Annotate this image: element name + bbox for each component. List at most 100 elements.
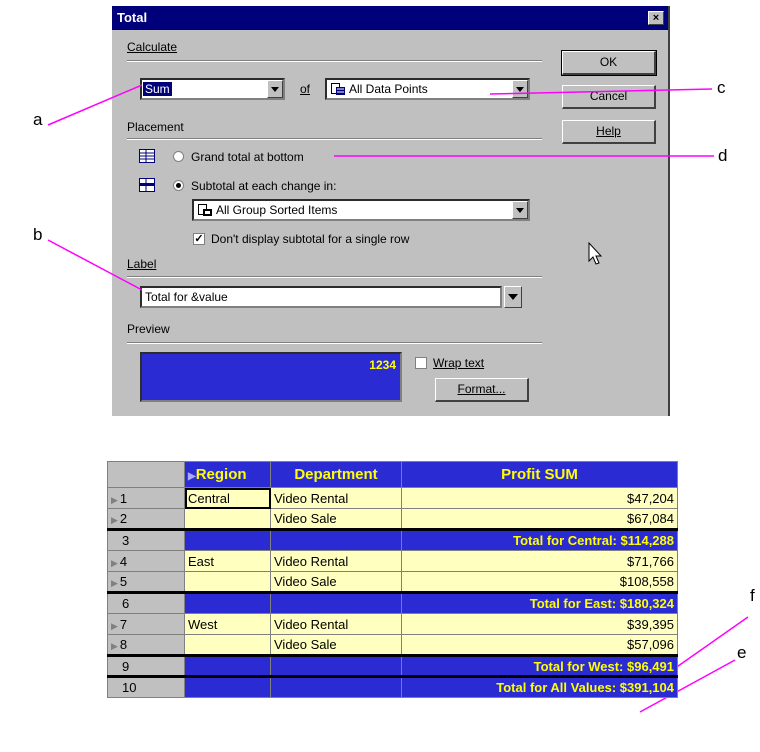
department-cell[interactable]: [270, 675, 402, 698]
region-cell[interactable]: [184, 591, 271, 614]
profit-cell[interactable]: $39,395: [401, 613, 678, 635]
profit-cell[interactable]: $108,558: [401, 571, 678, 593]
header-department[interactable]: Department: [270, 461, 402, 488]
profit-cell[interactable]: $47,204: [401, 487, 678, 509]
subtotal-select-value: All Group Sorted Items: [216, 203, 338, 217]
row-number[interactable]: 3: [107, 528, 185, 551]
chevron-down-icon[interactable]: [267, 80, 283, 98]
wrap-text-checkbox[interactable]: [415, 357, 427, 369]
department-cell[interactable]: Video Rental: [270, 487, 402, 509]
profit-cell[interactable]: Total for West: $96,491: [401, 654, 678, 677]
placement-group-label: Placement: [127, 120, 184, 134]
grand-total-radio[interactable]: [173, 151, 184, 162]
region-cell[interactable]: Central: [184, 487, 271, 509]
department-cell[interactable]: [270, 528, 402, 551]
region-cell[interactable]: [184, 654, 271, 677]
cursor-icon: [588, 242, 603, 265]
profit-cell[interactable]: Total for East: $180,324: [401, 591, 678, 614]
region-cell-text: West: [188, 616, 218, 632]
profit-cell[interactable]: Total for Central: $114,288: [401, 528, 678, 551]
department-cell[interactable]: Video Sale: [270, 508, 402, 530]
header-region[interactable]: ▶Region: [184, 461, 271, 488]
chevron-down-icon[interactable]: [512, 201, 528, 219]
format-button-label: Format...: [457, 382, 506, 396]
department-cell[interactable]: Video Rental: [270, 550, 402, 572]
table-row[interactable]: ▶ 8 Video Sale $57,096: [107, 634, 678, 656]
row-number[interactable]: 6: [107, 591, 185, 614]
row-arrow-icon: ▶: [111, 515, 118, 525]
subtotal-radio[interactable]: [173, 180, 184, 191]
profit-cell[interactable]: $57,096: [401, 634, 678, 656]
ok-button[interactable]: OK: [561, 50, 657, 76]
header-marker-icon: ▶: [188, 471, 196, 482]
row-number[interactable]: ▶ 7: [107, 613, 185, 635]
results-table: ▶Region Department Profit SUM ▶ 1 Central V…: [107, 461, 678, 698]
dont-display-checkbox[interactable]: ✓: [193, 233, 205, 245]
table-row[interactable]: ▶ 5 Video Sale $108,558: [107, 571, 678, 593]
table-row[interactable]: 10 Total for All Values: $391,104: [107, 675, 678, 698]
region-cell[interactable]: [184, 634, 271, 656]
row-number[interactable]: ▶ 8: [107, 634, 185, 656]
preview-box: 1234: [140, 352, 402, 402]
row-number-text: 4: [119, 553, 128, 569]
table-row[interactable]: ▶ 7 West Video Rental $39,395: [107, 613, 678, 635]
calculate-label-text: Calculate: [127, 40, 178, 54]
row-number[interactable]: ▶ 5: [107, 571, 185, 593]
region-cell[interactable]: West: [184, 613, 271, 635]
label-dropdown-button[interactable]: [504, 286, 522, 308]
label-divider: [127, 276, 542, 278]
department-cell-text: Video Sale: [274, 574, 337, 589]
format-button[interactable]: Format...: [435, 378, 529, 402]
row-number[interactable]: ▶ 4: [107, 550, 185, 572]
grand-total-icon: [139, 149, 155, 163]
region-cell[interactable]: East: [184, 550, 271, 572]
subtotal-label: Subtotal at each change in:: [191, 179, 337, 193]
label-group-text: Label: [127, 257, 157, 271]
region-cell[interactable]: [184, 571, 271, 593]
row-number[interactable]: ▶ 2: [107, 508, 185, 530]
group-items-icon: [198, 204, 212, 216]
title-bar: Total ×: [112, 6, 668, 30]
help-button[interactable]: Help: [562, 120, 656, 144]
profit-cell-text: Total for East: $180,324: [529, 596, 674, 611]
department-cell[interactable]: [270, 654, 402, 677]
row-arrow-icon: ▶: [111, 641, 118, 651]
cancel-button[interactable]: Cancel: [562, 85, 656, 109]
callout-label-f: f: [750, 586, 755, 605]
table-row[interactable]: 9 Total for West: $96,491: [107, 654, 678, 677]
department-cell[interactable]: Video Rental: [270, 613, 402, 635]
table-row[interactable]: ▶ 4 East Video Rental $71,766: [107, 550, 678, 572]
of-select[interactable]: All Data Points: [325, 78, 530, 100]
department-cell[interactable]: [270, 591, 402, 614]
corner-cell: [107, 461, 185, 488]
row-number[interactable]: ▶ 1: [107, 487, 185, 509]
department-cell-text: Video Sale: [274, 637, 337, 652]
row-number[interactable]: 10: [107, 675, 185, 698]
help-button-label: Help: [596, 124, 621, 138]
chevron-down-icon[interactable]: [512, 80, 528, 98]
profit-cell[interactable]: $71,766: [401, 550, 678, 572]
row-number[interactable]: 9: [107, 654, 185, 677]
label-input[interactable]: Total for &value: [140, 286, 502, 308]
department-cell[interactable]: Video Sale: [270, 634, 402, 656]
department-cell-text: Video Rental: [274, 553, 349, 569]
region-cell[interactable]: [184, 508, 271, 530]
function-select[interactable]: Sum: [140, 78, 285, 100]
subtotal-select[interactable]: All Group Sorted Items: [192, 199, 530, 221]
close-icon[interactable]: ×: [648, 11, 664, 25]
header-region-text: Region: [195, 466, 247, 483]
region-cell[interactable]: [184, 528, 271, 551]
table-row[interactable]: 3 Total for Central: $114,288: [107, 528, 678, 551]
table-row[interactable]: ▶ 2 Video Sale $67,084: [107, 508, 678, 530]
function-select-value: Sum: [143, 82, 172, 96]
profit-cell[interactable]: Total for All Values: $391,104: [401, 675, 678, 698]
header-profit[interactable]: Profit SUM: [401, 461, 678, 488]
of-label: of: [300, 82, 310, 96]
table-row[interactable]: 6 Total for East: $180,324: [107, 591, 678, 614]
profit-cell[interactable]: $67,084: [401, 508, 678, 530]
table-row[interactable]: ▶ 1 Central Video Rental $47,204: [107, 487, 678, 509]
row-number-text: 6: [122, 596, 130, 611]
callout-label-a: a: [33, 110, 43, 129]
department-cell[interactable]: Video Sale: [270, 571, 402, 593]
region-cell[interactable]: [184, 675, 271, 698]
